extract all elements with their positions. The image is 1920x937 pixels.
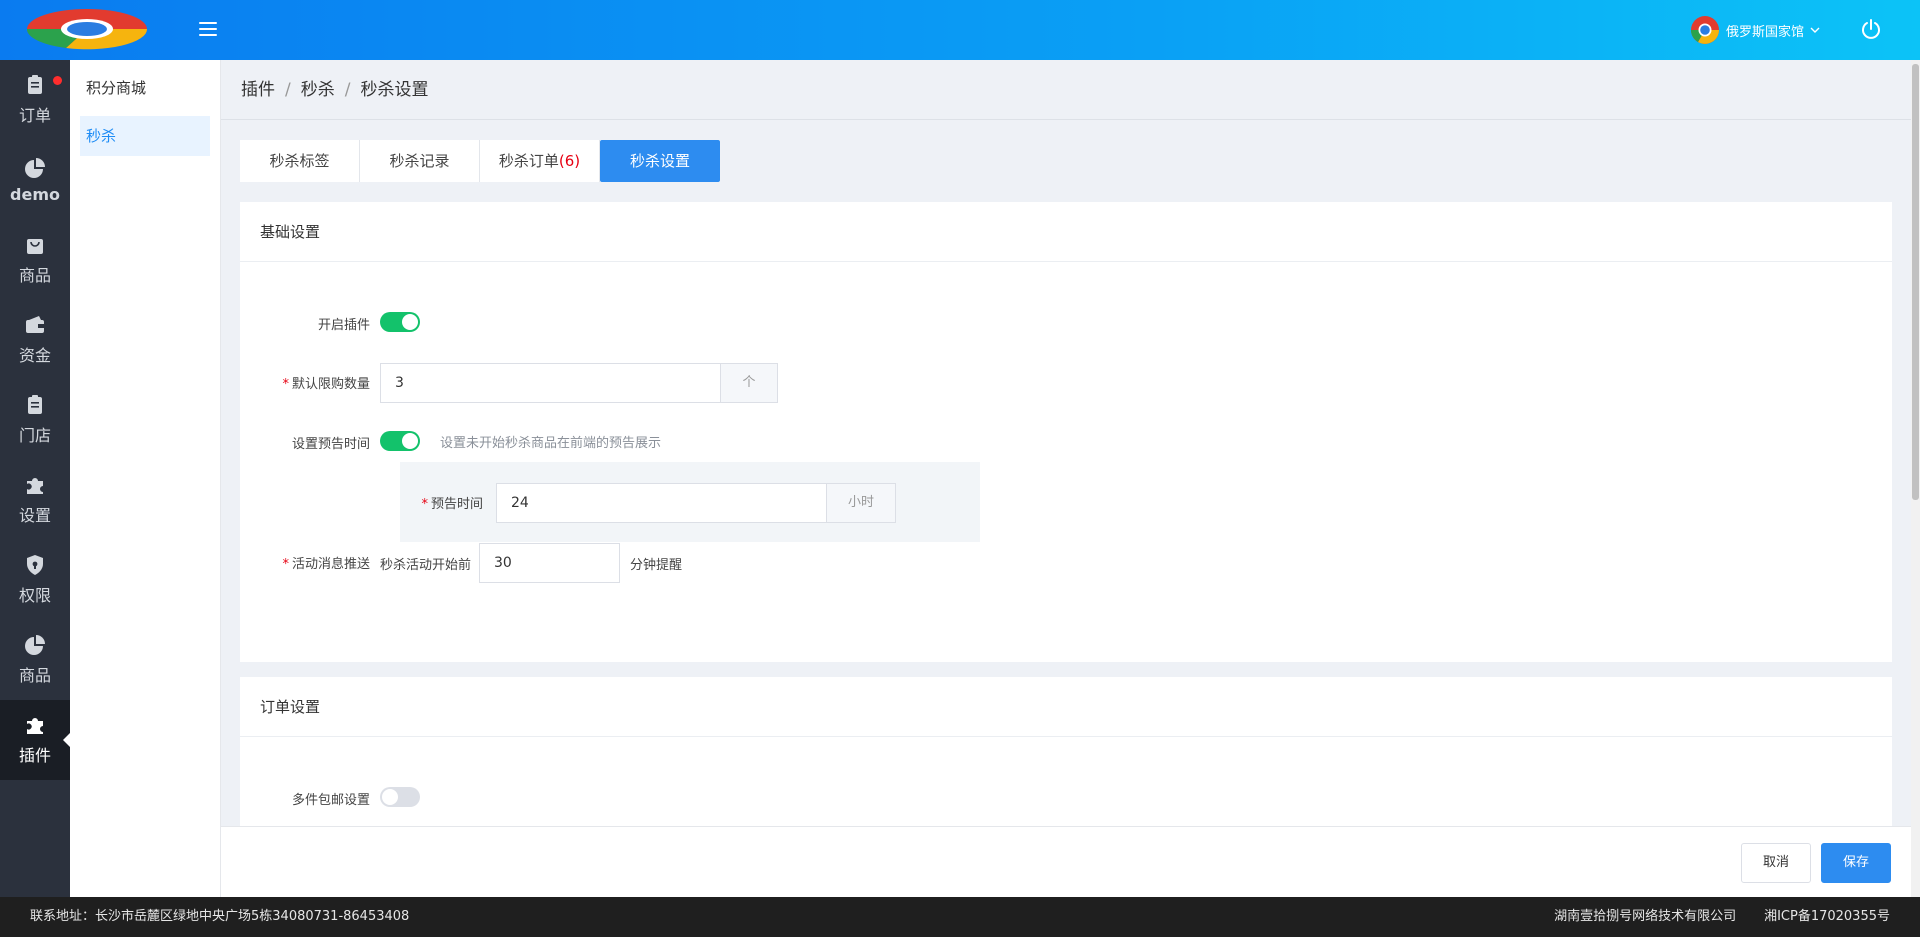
avatar [1690, 16, 1719, 44]
nav-item-label: 插件 [18, 746, 51, 765]
save-button[interactable]: 保存 [1821, 843, 1891, 883]
preview-hours-unit: 小时 [827, 483, 896, 523]
nav-item-demo[interactable]: demo [0, 140, 70, 220]
page-scrollbar[interactable] [1911, 60, 1920, 897]
push-suffix-text: 分钟提醒 [630, 557, 683, 573]
order-count-badge: (6) [558, 152, 581, 170]
puzzle-icon [27, 478, 43, 494]
top-header: 俄罗斯国家馆 [0, 0, 1920, 60]
wallet-icon [26, 316, 44, 333]
nav-item-label: 设置 [18, 506, 51, 525]
push-minutes-input[interactable]: 30 [479, 543, 621, 583]
breadcrumb-current: 秒杀设置 [360, 80, 429, 100]
user-menu[interactable]: 俄罗斯国家馆 [1690, 14, 1820, 46]
sub-nav: 积分商城 秒杀 [70, 60, 221, 897]
footer-company: 湖南壹拾捌号网络技术有限公司 [1554, 909, 1737, 924]
nav-item-store[interactable]: 门店 [0, 380, 70, 460]
nav-item-label: 权限 [18, 586, 51, 605]
preview-time-switch[interactable] [380, 431, 420, 451]
nav-item-permission[interactable]: 权限 [0, 540, 70, 620]
push-prefix-text: 秒杀活动开始前 [380, 557, 472, 573]
tab-seckill-records[interactable]: 秒杀记录 [360, 140, 480, 182]
page-footer: 联系地址：长沙市岳麓区绿地中央广场5栋34080731-86453408 湖南壹… [0, 897, 1920, 937]
notification-dot [53, 76, 62, 85]
breadcrumb-separator: / [285, 80, 291, 100]
tab-seckill-settings[interactable]: 秒杀设置 [600, 140, 720, 182]
card-title: 订单设置 [240, 677, 1892, 737]
preview-hours-label: * 预告时间 [400, 493, 483, 512]
clipboard-icon [28, 75, 42, 94]
card-title: 基础设置 [240, 202, 1892, 262]
nav-item-plugin[interactable]: 插件 [0, 700, 70, 780]
enable-plugin-label: 开启插件 [317, 318, 370, 333]
breadcrumb: 插件 / 秒杀 / 秒杀设置 [221, 60, 1911, 120]
nav-item-label: 商品 [18, 266, 51, 285]
nav-item-goods-2[interactable]: 商品 [0, 620, 70, 700]
tab-label: 秒杀订单 [498, 152, 559, 170]
tab-seckill-orders[interactable]: 秒杀订单(6) [480, 140, 600, 182]
bag-icon [27, 239, 43, 254]
required-mark: * [421, 497, 428, 512]
tab-bar: 秒杀标签 秒杀记录 秒杀订单(6) 秒杀设置 [240, 140, 720, 182]
shield-icon [27, 555, 43, 575]
pie-chart-icon [25, 635, 45, 655]
footer-icp[interactable]: 湘ICP备17020355号 [1764, 909, 1890, 924]
puzzle-icon [27, 718, 43, 734]
pie-chart-icon [25, 157, 45, 178]
multi-ship-label: 多件包邮设置 [291, 793, 370, 808]
menu-toggle-icon[interactable] [196, 18, 220, 42]
logo-icon[interactable] [26, 8, 148, 50]
user-name: 俄罗斯国家馆 [1725, 24, 1804, 40]
push-message-label: * 活动消息推送 [240, 553, 370, 572]
multi-ship-switch[interactable] [380, 787, 420, 807]
nav-item-label: demo [10, 184, 60, 204]
footer-address: 联系地址：长沙市岳麓区绿地中央广场5栋34080731-86453408 [30, 909, 410, 924]
order-settings-card: 订单设置 多件包邮设置 [240, 677, 1892, 826]
required-mark: * [282, 557, 289, 572]
nav-item-order[interactable]: 订单 [0, 60, 70, 140]
main-content: 插件 / 秒杀 / 秒杀设置 秒杀标签 秒杀记录 秒杀订单(6) 秒杀设置 基础设置 开… [221, 60, 1911, 826]
preview-hours-input[interactable]: 24 [496, 483, 827, 523]
limit-quantity-unit: 个 [721, 363, 778, 403]
tab-label: 秒杀记录 [389, 152, 450, 170]
preview-hint: 设置未开始秒杀商品在前端的预告展示 [440, 435, 662, 451]
basic-settings-card: 基础设置 开启插件 * 默认限购数量 3 个 设置预告时间 设置未开始秒杀商品在前… [240, 202, 1892, 662]
nav-item-label: 门店 [18, 426, 51, 445]
cancel-button[interactable]: 取消 [1741, 843, 1811, 883]
footer-right: 湖南壹拾捌号网络技术有限公司 湘ICP备17020355号 [1526, 897, 1890, 937]
main-nav: 订单 demo 商品 资金 门店 设置 权限 商品 插件 [0, 60, 70, 897]
nav-item-settings[interactable]: 设置 [0, 460, 70, 540]
power-icon[interactable] [1860, 18, 1882, 40]
preview-time-panel: * 预告时间 24 小时 [400, 462, 980, 542]
preview-time-label: 设置预告时间 [291, 437, 370, 452]
action-bar: 取消 保存 [221, 826, 1911, 897]
tab-label: 秒杀标签 [269, 152, 330, 170]
tab-label: 秒杀设置 [629, 152, 690, 170]
breadcrumb-item[interactable]: 秒杀 [301, 80, 335, 100]
enable-plugin-switch[interactable] [380, 312, 420, 332]
breadcrumb-separator: / [344, 80, 351, 100]
subnav-item-points-mall[interactable]: 积分商城 [80, 68, 210, 108]
scrollbar-thumb[interactable] [1912, 64, 1919, 500]
preview-hours-label-text: 预告时间 [430, 497, 483, 512]
nav-item-label: 订单 [18, 106, 51, 125]
nav-item-goods[interactable]: 商品 [0, 220, 70, 300]
push-message-label-text: 活动消息推送 [291, 557, 370, 572]
limit-quantity-label-text: 默认限购数量 [291, 377, 370, 392]
limit-quantity-input[interactable]: 3 [380, 363, 721, 403]
subnav-item-seckill[interactable]: 秒杀 [80, 116, 210, 156]
breadcrumb-item[interactable]: 插件 [241, 80, 275, 100]
nav-item-funds[interactable]: 资金 [0, 300, 70, 380]
tab-seckill-tags[interactable]: 秒杀标签 [240, 140, 360, 182]
nav-item-label: 商品 [18, 666, 51, 685]
clipboard-icon [28, 395, 42, 414]
required-mark: * [282, 377, 289, 392]
nav-item-label: 资金 [18, 346, 51, 365]
limit-quantity-label: * 默认限购数量 [240, 373, 370, 392]
chevron-down-icon [1810, 27, 1820, 33]
